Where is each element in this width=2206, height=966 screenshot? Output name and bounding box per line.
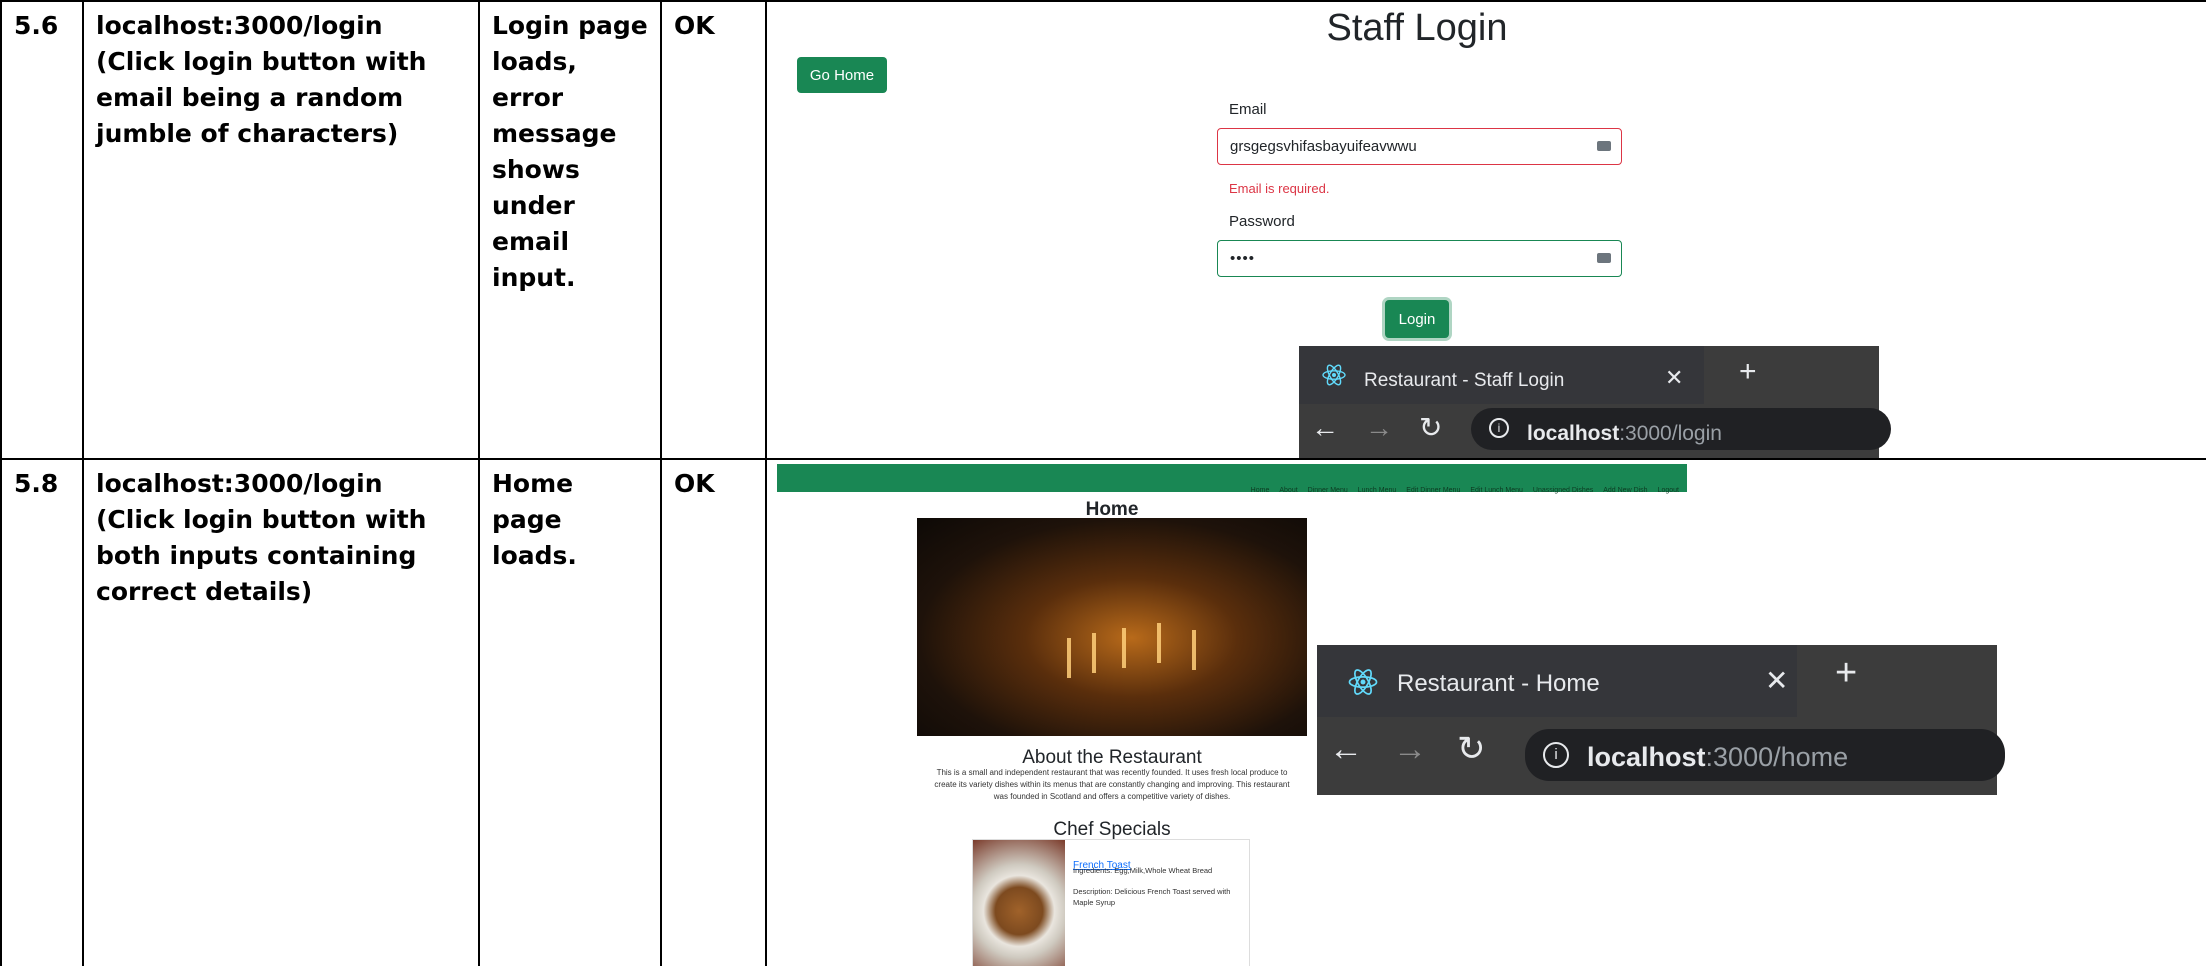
- email-value: grsgegsvhifasbayuifeavwwu: [1230, 138, 1417, 155]
- about-text: This is a small and independent restaura…: [934, 768, 1290, 801]
- password-field[interactable]: ••••: [1217, 240, 1622, 277]
- password-value: ••••: [1230, 250, 1256, 267]
- url-text: localhost:3000/login: [1527, 422, 1722, 445]
- result-cell: OK: [660, 0, 767, 460]
- info-icon[interactable]: i: [1543, 742, 1569, 768]
- autofill-key-icon: [1597, 253, 1611, 263]
- nav-item[interactable]: Unassigned Dishes: [1533, 473, 1593, 509]
- browser-tab[interactable]: Restaurant - Staff Login ✕: [1299, 346, 1704, 404]
- password-label: Password: [1229, 213, 1295, 230]
- special-card: French Toast Ingredients: Egg,Milk,Whole…: [972, 839, 1250, 965]
- address-bar[interactable]: i localhost:3000/home: [1525, 729, 2005, 781]
- react-icon: [1322, 364, 1346, 386]
- table-row: 5.8 localhost:3000/login (Click login bu…: [0, 458, 2206, 966]
- special-ingredients: Ingredients: Egg,Milk,Whole Wheat Bread: [1073, 866, 1213, 875]
- special-description: Description: Delicious French Toast serv…: [1073, 887, 1231, 907]
- react-icon: [1348, 669, 1378, 695]
- nav-item[interactable]: Add New Dish: [1603, 473, 1647, 509]
- test-id-cell: 5.8: [0, 458, 84, 966]
- test-id-cell: 5.6: [0, 0, 84, 460]
- back-icon[interactable]: ←: [1329, 731, 1363, 767]
- go-home-button[interactable]: Go Home: [797, 57, 887, 93]
- nav-item[interactable]: Logout: [1658, 473, 1679, 509]
- browser-chrome: Restaurant - Home ✕ + ← → ↻ i localhost:…: [1317, 645, 2005, 795]
- reload-icon[interactable]: ↻: [1419, 410, 1442, 446]
- expected-result-cell: Login page loads, error message shows un…: [478, 0, 662, 460]
- screenshot-cell: Staff Login Go Home Email grsgegsvhifasb…: [765, 0, 2206, 460]
- test-step: (Click login button with both inputs con…: [96, 505, 427, 606]
- table-row: 5.6 localhost:3000/login (Click login bu…: [0, 0, 2206, 460]
- test-url: localhost:3000/login: [96, 11, 383, 40]
- expected-result-cell: Home page loads.: [478, 458, 662, 966]
- nav-item[interactable]: Edit Lunch Menu: [1470, 473, 1523, 509]
- reload-icon[interactable]: ↻: [1457, 731, 1486, 767]
- test-description-cell: localhost:3000/login (Click login button…: [82, 458, 480, 966]
- new-tab-icon[interactable]: +: [1835, 654, 1857, 692]
- tab-title: Restaurant - Staff Login: [1364, 370, 1565, 391]
- close-icon[interactable]: ✕: [1665, 360, 1683, 396]
- login-button[interactable]: Login: [1385, 300, 1449, 338]
- forward-icon[interactable]: →: [1393, 731, 1427, 767]
- address-bar[interactable]: i localhost:3000/login: [1471, 408, 1891, 450]
- close-icon[interactable]: ✕: [1765, 663, 1788, 699]
- forward-icon[interactable]: →: [1365, 410, 1393, 446]
- new-tab-icon[interactable]: +: [1739, 354, 1757, 390]
- test-step: (Click login button with email being a r…: [96, 47, 427, 148]
- info-icon[interactable]: i: [1489, 418, 1509, 438]
- test-url: localhost:3000/login: [96, 469, 383, 498]
- french-toast-image: [973, 840, 1065, 965]
- result-cell: OK: [660, 458, 767, 966]
- url-text: localhost:3000/home: [1587, 742, 1849, 772]
- email-field[interactable]: grsgegsvhifasbayuifeavwwu: [1217, 128, 1622, 165]
- tab-title: Restaurant - Home: [1397, 670, 1600, 697]
- test-description-cell: localhost:3000/login (Click login button…: [82, 0, 480, 460]
- screenshot-cell: Home About Dinner Menu Lunch Menu Edit Dinne…: [765, 458, 2206, 966]
- browser-chrome: Restaurant - Staff Login ✕ + ← → ↻ i loc…: [1299, 346, 1891, 457]
- email-error-message: Email is required.: [1229, 181, 1330, 196]
- browser-tab[interactable]: Restaurant - Home ✕: [1317, 645, 1797, 717]
- autofill-key-icon: [1597, 141, 1611, 151]
- back-icon[interactable]: ←: [1311, 410, 1339, 446]
- home-navbar: Home About Dinner Menu Lunch Menu Edit Dinne…: [777, 464, 1687, 494]
- test-results-table: 5.6 localhost:3000/login (Click login bu…: [0, 0, 2206, 966]
- page-title: Staff Login: [1326, 7, 1508, 49]
- email-label: Email: [1229, 101, 1267, 118]
- restaurant-hero-image: [917, 518, 1307, 736]
